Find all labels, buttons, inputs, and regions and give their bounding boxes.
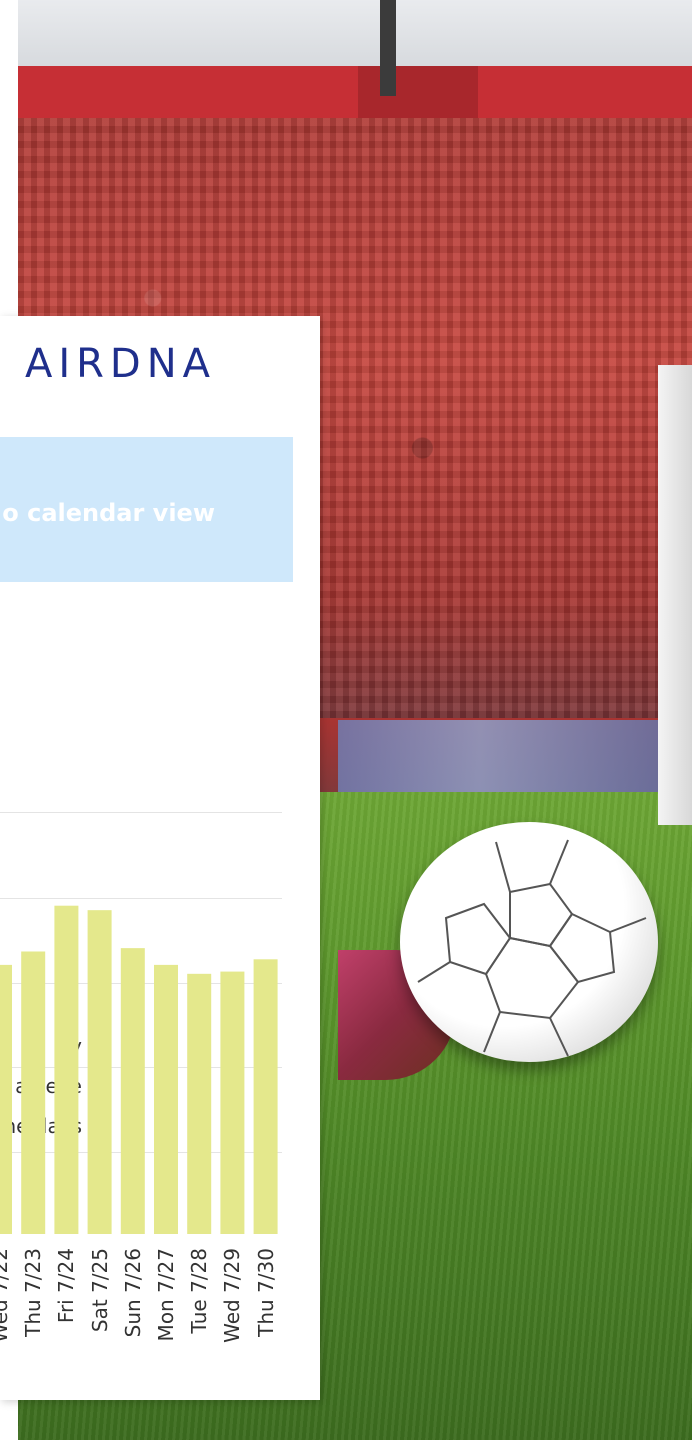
soccer-ball (400, 822, 658, 1062)
airdna-card: AIRDNA o calendar view ay ay eve ne days… (0, 316, 320, 1400)
bar-9 (253, 959, 278, 1234)
bar-8 (220, 971, 245, 1234)
bar-6 (154, 964, 178, 1234)
bar-1 (0, 964, 12, 1234)
bar-5 (120, 948, 145, 1234)
camera-pole (380, 0, 396, 96)
x-tick-label: Fri 7/24 (54, 1248, 79, 1324)
x-tick-label: Mon 7/27 (154, 1248, 178, 1342)
x-tick-label: Wed 7/29 (220, 1248, 245, 1343)
x-tick-label: Thu 7/23 (21, 1248, 46, 1337)
goal-post (658, 365, 692, 825)
x-tick-label: Tue 7/28 (187, 1248, 212, 1334)
x-tick-label: Thu 7/30 (253, 1248, 278, 1337)
bar-3 (54, 905, 79, 1234)
daily-bar-chart (0, 905, 278, 1234)
x-tick-label: Wed 7/22 (0, 1248, 12, 1343)
advertising-board (338, 720, 692, 792)
bar-7 (187, 973, 212, 1234)
bar-2 (21, 951, 46, 1234)
stadium-banner (18, 66, 692, 118)
x-tick-label: Sun 7/26 (120, 1248, 145, 1338)
bar-4 (87, 910, 112, 1234)
x-tick-label: Sat 7/25 (87, 1248, 112, 1333)
sky-area (18, 0, 692, 66)
